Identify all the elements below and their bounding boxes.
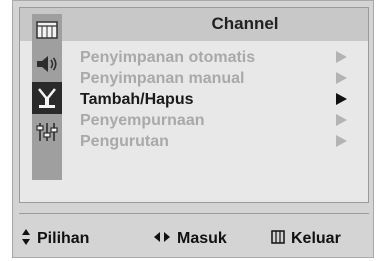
up-down-arrow-icon	[21, 228, 31, 251]
move-label: Pilihan	[37, 230, 90, 247]
setup-icon[interactable]	[32, 116, 62, 148]
menu-item-fine-tune[interactable]: Penyempurnaan	[80, 111, 360, 132]
footer-hints: Pilihan Masuk Keluar	[13, 227, 375, 251]
menu-icon-column	[32, 14, 62, 180]
left-right-arrow-icon	[153, 230, 171, 248]
menu-item-label: Penyimpanan otomatis	[80, 49, 256, 66]
menu-item-label: Pengurutan	[80, 133, 169, 150]
menu-icon	[271, 229, 285, 249]
menu-item-label: Penyempurnaan	[80, 112, 205, 129]
enter-label: Masuk	[177, 230, 227, 247]
menu-title: Channel	[211, 14, 279, 33]
channel-antenna-icon[interactable]	[32, 82, 62, 114]
sound-icon[interactable]	[32, 48, 62, 80]
arrow-right-icon	[336, 93, 347, 105]
arrow-right-icon	[336, 135, 347, 147]
picture-icon[interactable]	[32, 14, 62, 46]
arrow-right-icon	[336, 51, 347, 63]
menu-panel: Channel Penyimpanan otomatis Penyimpanan…	[19, 7, 369, 203]
menu-item-list: Penyimpanan otomatis Penyimpanan manual …	[80, 48, 360, 153]
arrow-right-icon	[336, 114, 347, 126]
enter-hint: Masuk	[153, 227, 227, 251]
menu-header: Channel	[20, 8, 368, 41]
menu-item-label: Tambah/Hapus	[80, 91, 194, 108]
menu-item-auto-store[interactable]: Penyimpanan otomatis	[80, 48, 360, 69]
footer-divider	[19, 213, 369, 214]
menu-item-manual-store[interactable]: Penyimpanan manual	[80, 69, 360, 90]
menu-item-label: Penyimpanan manual	[80, 70, 245, 87]
move-hint: Pilihan	[21, 227, 89, 251]
menu-item-add-delete[interactable]: Tambah/Hapus	[80, 90, 360, 111]
exit-hint: Keluar	[271, 227, 341, 251]
exit-label: Keluar	[291, 230, 341, 247]
arrow-right-icon	[336, 72, 347, 84]
osd-menu: Channel Penyimpanan otomatis Penyimpanan…	[12, 0, 374, 258]
menu-item-sort[interactable]: Pengurutan	[80, 132, 360, 153]
